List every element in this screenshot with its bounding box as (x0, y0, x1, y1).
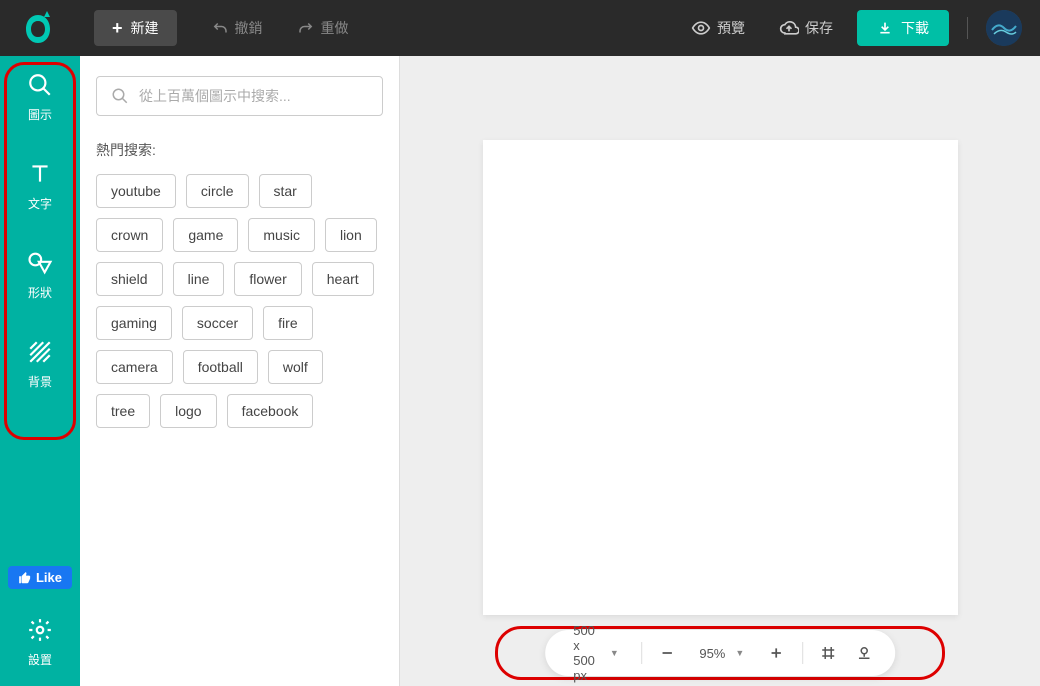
tag-facebook[interactable]: facebook (227, 394, 314, 428)
eye-icon (691, 18, 711, 38)
baseline-toggle-button[interactable] (855, 643, 873, 663)
tag-star[interactable]: star (259, 174, 312, 208)
topbar: + 新建 撤銷 重做 預覽 保存 下載 (0, 0, 1040, 56)
thumbs-up-icon (18, 571, 32, 585)
redo-label: 重做 (321, 18, 349, 38)
new-button[interactable]: + 新建 (94, 10, 177, 46)
canvas-size-label: 500 x 500 px (573, 623, 600, 683)
tag-logo[interactable]: logo (160, 394, 216, 428)
tag-soccer[interactable]: soccer (182, 306, 253, 340)
sidebar-item-label: 圖示 (28, 106, 52, 123)
sidebar-item-shapes[interactable]: 形狀 (10, 248, 70, 301)
cloud-up-icon (779, 18, 799, 38)
zoom-out-button[interactable] (657, 643, 677, 663)
search-panel: 熱門搜索: youtube circle star crown game music lio… (80, 56, 400, 686)
user-avatar[interactable] (986, 10, 1022, 46)
save-label: 保存 (805, 18, 833, 38)
tag-circle[interactable]: circle (186, 174, 249, 208)
sidebar-item-settings[interactable]: 設置 (10, 615, 70, 668)
gear-icon (25, 615, 55, 645)
tag-heart[interactable]: heart (312, 262, 374, 296)
redo-icon (297, 19, 315, 37)
sidebar-item-background[interactable]: 背景 (10, 337, 70, 390)
chevron-down-icon: ▼ (610, 648, 619, 658)
undo-icon (211, 19, 229, 37)
sidebar-item-label: 形狀 (28, 284, 52, 301)
divider (967, 17, 968, 39)
app-logo[interactable] (18, 8, 58, 48)
chevron-down-icon: ▼ (735, 648, 744, 658)
canvas-control-bar: 500 x 500 px ▼ 95% ▼ (545, 630, 895, 676)
tag-game[interactable]: game (173, 218, 238, 252)
zoom-selector[interactable]: 95% ▼ (693, 646, 750, 661)
sidebar-item-label: 文字 (28, 195, 52, 212)
preview-button[interactable]: 預覽 (691, 18, 745, 38)
tag-fire[interactable]: fire (263, 306, 312, 340)
save-button[interactable]: 保存 (779, 18, 833, 38)
settings-label: 設置 (28, 651, 52, 668)
plus-icon: + (112, 18, 123, 39)
sidebar-item-text[interactable]: 文字 (10, 159, 70, 212)
hatch-icon (25, 337, 55, 367)
undo-button[interactable]: 撤銷 (211, 18, 263, 38)
tag-music[interactable]: music (248, 218, 315, 252)
tag-youtube[interactable]: youtube (96, 174, 176, 208)
zoom-label: 95% (699, 646, 725, 661)
tag-tree[interactable]: tree (96, 394, 150, 428)
tag-gaming[interactable]: gaming (96, 306, 172, 340)
tags-container: youtube circle star crown game music lion shiel… (96, 174, 383, 428)
sidebar: 圖示 文字 形狀 背景 Like (0, 56, 80, 686)
tag-wolf[interactable]: wolf (268, 350, 323, 384)
artboard[interactable] (483, 140, 958, 615)
download-label: 下載 (901, 18, 929, 38)
tag-football[interactable]: football (183, 350, 258, 384)
tag-crown[interactable]: crown (96, 218, 163, 252)
tag-camera[interactable]: camera (96, 350, 173, 384)
tag-line[interactable]: line (173, 262, 225, 296)
new-button-label: 新建 (131, 18, 159, 38)
like-label: Like (36, 570, 62, 585)
shapes-icon (25, 248, 55, 278)
tag-lion[interactable]: lion (325, 218, 377, 252)
search-box[interactable] (96, 76, 383, 116)
download-button[interactable]: 下載 (857, 10, 949, 46)
download-icon (877, 20, 893, 36)
search-icon (25, 70, 55, 100)
sidebar-item-label: 背景 (28, 373, 52, 390)
search-input[interactable] (139, 88, 368, 104)
canvas-size-selector[interactable]: 500 x 500 px ▼ (567, 623, 625, 683)
preview-label: 預覽 (717, 18, 745, 38)
tag-flower[interactable]: flower (234, 262, 301, 296)
undo-label: 撤銷 (235, 18, 263, 38)
sidebar-item-icons[interactable]: 圖示 (10, 70, 70, 123)
hot-searches-label: 熱門搜索: (96, 140, 383, 160)
text-icon (25, 159, 55, 189)
tag-shield[interactable]: shield (96, 262, 163, 296)
zoom-in-button[interactable] (766, 643, 786, 663)
grid-toggle-button[interactable] (819, 643, 837, 663)
avatar-icon (986, 10, 1022, 46)
search-icon (111, 87, 129, 105)
logo-icon (23, 11, 53, 45)
canvas-area: 500 x 500 px ▼ 95% ▼ (400, 56, 1040, 686)
like-button[interactable]: Like (8, 566, 72, 589)
redo-button[interactable]: 重做 (297, 18, 349, 38)
